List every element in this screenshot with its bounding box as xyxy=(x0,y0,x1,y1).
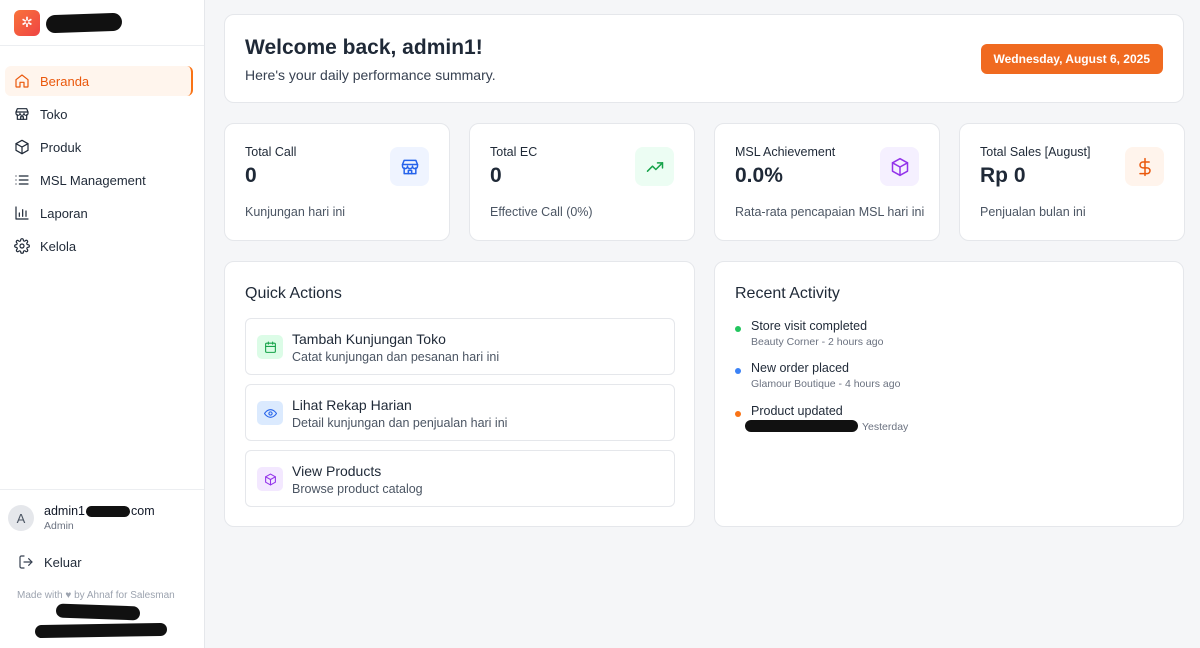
status-dot xyxy=(735,368,741,374)
box-icon xyxy=(880,147,919,186)
status-dot xyxy=(735,411,741,417)
sidebar: ✲ Beranda Toko Produk MSL Management Lap… xyxy=(0,0,205,648)
sparkle-icon: ✲ xyxy=(14,9,40,36)
box-icon xyxy=(14,139,30,155)
redacted-footer-line-2 xyxy=(34,622,168,639)
sidebar-item-label: MSL Management xyxy=(40,172,146,188)
stat-label: Total Sales [August] xyxy=(980,145,1091,159)
logout-icon xyxy=(19,555,33,569)
box-icon xyxy=(257,467,283,491)
sidebar-footer: A admin1 com Admin Keluar Made with ♥ by… xyxy=(0,489,204,639)
recent-activity-title: Recent Activity xyxy=(735,285,840,302)
store-icon xyxy=(390,147,429,186)
user-profile[interactable]: A admin1 com Admin xyxy=(0,490,204,532)
calendar-icon xyxy=(257,335,283,359)
quick-action-subtitle: Detail kunjungan dan penjualan hari ini xyxy=(292,416,508,430)
footer-credit: Made with ♥ by Ahnaf for Salesman xyxy=(17,590,175,601)
stat-subtitle: Effective Call (0%) xyxy=(490,205,593,219)
quick-action-subtitle: Browse product catalog xyxy=(292,482,423,496)
quick-action-tambah-kunjungan[interactable]: Tambah Kunjungan Toko Catat kunjungan da… xyxy=(245,318,675,375)
welcome-subtitle: Here's your daily performance summary. xyxy=(245,67,496,83)
date-badge: Wednesday, August 6, 2025 xyxy=(980,44,1163,74)
sidebar-item-produk[interactable]: Produk xyxy=(5,132,193,162)
list-icon xyxy=(14,172,30,188)
sidebar-item-label: Produk xyxy=(40,139,82,155)
stat-value: 0 xyxy=(245,164,257,187)
activity-title: Store visit completed xyxy=(751,319,868,333)
redacted-product-name xyxy=(745,420,858,432)
bar-chart-icon xyxy=(14,205,30,221)
quick-action-title: Lihat Rekap Harian xyxy=(292,397,412,413)
home-icon xyxy=(14,73,30,89)
quick-actions-panel: Quick Actions Tambah Kunjungan Toko Cata… xyxy=(224,261,695,527)
redacted-brand-name xyxy=(45,12,123,33)
sidebar-item-label: Toko xyxy=(40,106,68,122)
logout-label: Keluar xyxy=(44,554,82,570)
logout-button[interactable]: Keluar xyxy=(0,532,204,570)
brand[interactable]: ✲ xyxy=(0,0,204,46)
sidebar-item-kelola[interactable]: Kelola xyxy=(5,231,193,261)
stat-card-total-ec: Total EC 0 Effective Call (0%) xyxy=(469,123,695,241)
quick-action-view-products[interactable]: View Products Browse product catalog xyxy=(245,450,675,507)
sidebar-item-toko[interactable]: Toko xyxy=(5,99,193,129)
stat-subtitle: Rata-rata pencapaian MSL hari ini xyxy=(735,205,925,219)
activity-subtitle: Beauty Corner - 2 hours ago xyxy=(751,336,884,348)
stat-label: Total EC xyxy=(490,145,538,159)
stat-value: 0 xyxy=(490,164,502,187)
quick-action-title: Tambah Kunjungan Toko xyxy=(292,331,446,347)
activity-subtitle: Yesterday xyxy=(862,421,909,433)
sidebar-item-label: Kelola xyxy=(40,238,77,254)
trending-up-icon xyxy=(635,147,674,186)
sidebar-item-label: Laporan xyxy=(40,205,88,221)
sidebar-item-msl-management[interactable]: MSL Management xyxy=(5,165,193,195)
quick-actions-title: Quick Actions xyxy=(245,285,342,302)
stat-label: Total Call xyxy=(245,145,297,159)
stat-card-msl-achievement: MSL Achievement 0.0% Rata-rata pencapaia… xyxy=(714,123,940,241)
quick-action-title: View Products xyxy=(292,463,382,479)
stat-subtitle: Penjualan bulan ini xyxy=(980,205,1086,219)
user-email: admin1 com xyxy=(44,504,155,518)
stat-subtitle: Kunjungan hari ini xyxy=(245,205,346,219)
sidebar-item-laporan[interactable]: Laporan xyxy=(5,198,193,228)
activity-title: New order placed xyxy=(751,361,849,375)
welcome-title: Welcome back, admin1! xyxy=(245,36,483,59)
status-dot xyxy=(735,326,741,332)
sidebar-nav: Beranda Toko Produk MSL Management Lapor… xyxy=(0,46,204,261)
activity-title: Product updated xyxy=(751,404,843,418)
user-role: Admin xyxy=(44,520,74,532)
redacted-email-part xyxy=(86,505,130,517)
sidebar-item-beranda[interactable]: Beranda xyxy=(5,66,193,96)
store-icon xyxy=(14,106,30,122)
quick-action-lihat-rekap[interactable]: Lihat Rekap Harian Detail kunjungan dan … xyxy=(245,384,675,441)
dollar-icon xyxy=(1125,147,1164,186)
stat-value: 0.0% xyxy=(735,164,783,187)
welcome-card: Welcome back, admin1! Here's your daily … xyxy=(224,14,1184,103)
stat-value: Rp 0 xyxy=(980,164,1026,187)
recent-activity-panel: Recent Activity Store visit completed Be… xyxy=(714,261,1184,527)
stat-card-total-call: Total Call 0 Kunjungan hari ini xyxy=(224,123,450,241)
quick-action-subtitle: Catat kunjungan dan pesanan hari ini xyxy=(292,350,500,364)
redacted-footer-line-1 xyxy=(55,603,141,621)
eye-icon xyxy=(257,401,283,425)
avatar: A xyxy=(8,505,34,531)
stat-label: MSL Achievement xyxy=(735,145,836,159)
gear-icon xyxy=(14,238,30,254)
activity-subtitle: Glamour Boutique - 4 hours ago xyxy=(751,378,901,390)
sidebar-item-label: Beranda xyxy=(40,73,90,89)
stat-card-total-sales: Total Sales [August] Rp 0 Penjualan bula… xyxy=(959,123,1185,241)
